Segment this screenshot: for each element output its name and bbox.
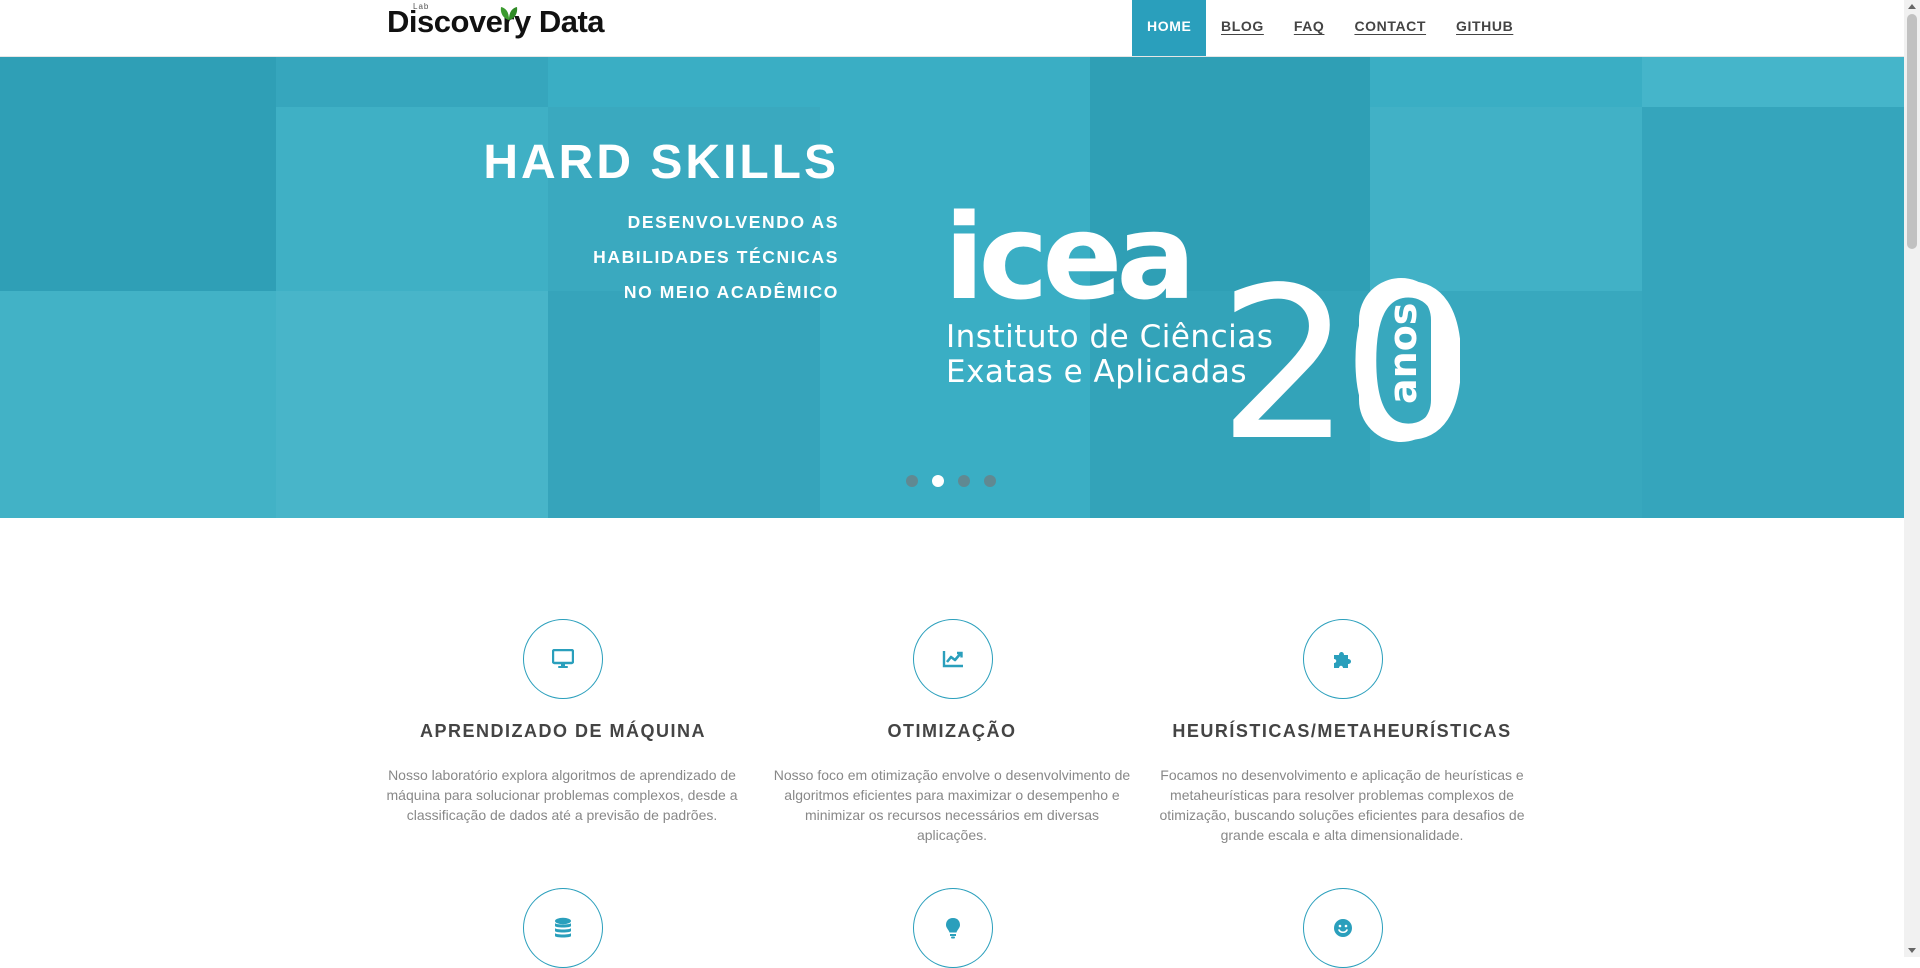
service-icon-circle xyxy=(523,888,603,968)
hero-title: HARD SKILLS xyxy=(483,136,839,189)
scroll-down-arrow-icon[interactable] xyxy=(1908,948,1916,953)
hero-subtitle-line: NO MEIO ACADÊMICO xyxy=(623,282,839,302)
service-title: APRENDIZADO DE MÁQUINA xyxy=(419,721,706,741)
smile-icon xyxy=(1334,919,1352,937)
database-icon xyxy=(555,917,571,938)
monitor-icon xyxy=(552,649,574,668)
main-nav: HOME BLOG FAQ CONTACT GITHUB xyxy=(1132,0,1528,56)
hero-subtitle-line: DESENVOLVENDO AS xyxy=(627,212,839,232)
carousel-indicators xyxy=(906,475,996,487)
scrollbar-thumb[interactable] xyxy=(1907,14,1917,249)
hero-subtitle-line: HABILIDADES TÉCNICAS xyxy=(593,247,839,267)
service-icon-circle xyxy=(523,619,603,699)
lightbulb-icon xyxy=(946,918,960,939)
service-description: Nosso laboratório explora algoritmos de … xyxy=(386,767,738,823)
service-title: HEURÍSTICAS/METAHEURÍSTICAS xyxy=(1172,721,1512,741)
carousel-dot[interactable] xyxy=(958,475,970,487)
carousel-dot[interactable] xyxy=(906,475,918,487)
hero-tile xyxy=(276,291,548,518)
puzzle-icon xyxy=(1334,652,1351,668)
service-icon-circle xyxy=(913,619,993,699)
nav-contact[interactable]: CONTACT xyxy=(1339,0,1441,56)
service-description: Focamos no desenvolvimento e aplicação d… xyxy=(1159,767,1525,843)
icea-logo-line2: Exatas e Aplicadas xyxy=(946,354,1247,390)
hero-tile xyxy=(0,57,276,291)
hero-tile xyxy=(548,291,820,518)
leaf-icon xyxy=(500,7,518,20)
nav-faq[interactable]: FAQ xyxy=(1279,0,1340,56)
scroll-up-arrow-icon[interactable] xyxy=(1908,4,1916,9)
hero-tile xyxy=(0,291,276,518)
nav-blog[interactable]: BLOG xyxy=(1206,0,1279,56)
hero-tile xyxy=(1642,107,1904,518)
hero-carousel[interactable]: HARD SKILLS DESENVOLVENDO AS HABILIDADES… xyxy=(0,57,1904,518)
site-logo[interactable]: Lab Discovery Data xyxy=(386,2,616,46)
nav-github[interactable]: GITHUB xyxy=(1441,0,1528,56)
hero-subtitle: DESENVOLVENDO AS HABILIDADES TÉCNICAS NO… xyxy=(593,205,839,310)
service-icon-circle xyxy=(1303,619,1383,699)
hero-tile xyxy=(276,57,548,107)
service-icon-circle xyxy=(913,888,993,968)
line-chart-icon xyxy=(942,651,963,668)
service-title: OTIMIZAÇÃO xyxy=(887,721,1017,741)
hero-tile xyxy=(1642,57,1904,107)
icea-logo-anos: anos xyxy=(1381,303,1425,404)
carousel-dot-active[interactable] xyxy=(932,475,944,487)
service-description: Nosso foco em otimização envolve o desen… xyxy=(773,767,1131,843)
service-icon-circle xyxy=(1303,888,1383,968)
logo-brand-text: Discovery Data xyxy=(387,4,605,39)
icea-logo-line1: Instituto de Ciências xyxy=(946,319,1274,355)
navbar: Lab Discovery Data HOME BLOG FAQ CONTACT… xyxy=(0,0,1904,57)
scrollbar[interactable] xyxy=(1904,0,1920,957)
nav-home[interactable]: HOME xyxy=(1132,0,1206,56)
icea-logo-word: icea xyxy=(944,192,1190,326)
carousel-dot[interactable] xyxy=(984,475,996,487)
